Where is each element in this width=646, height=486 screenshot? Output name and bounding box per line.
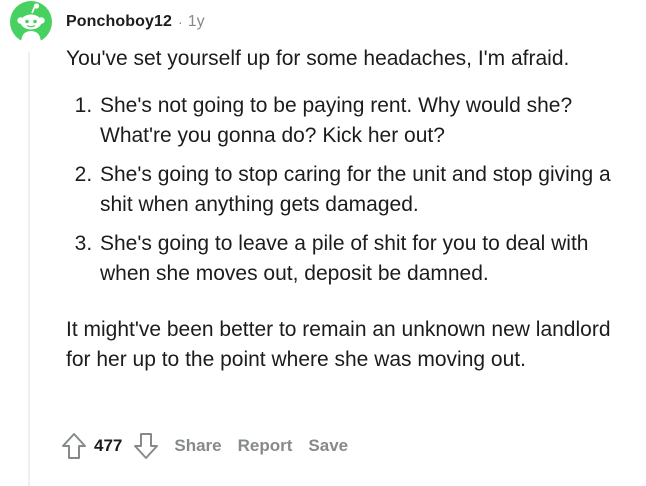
downvote-button[interactable] — [132, 431, 160, 461]
save-button[interactable]: Save — [308, 436, 348, 456]
user-avatar[interactable] — [9, 0, 53, 44]
downvote-arrow-icon — [134, 433, 159, 459]
thread-line[interactable] — [28, 52, 30, 486]
upvote-button[interactable] — [60, 431, 88, 461]
list-item: She's going to leave a pile of shit for … — [98, 229, 626, 289]
vote-count: 477 — [94, 436, 123, 455]
list-item: She's going to stop caring for the unit … — [98, 160, 626, 220]
comment-header: Ponchoboy12 · 1y — [66, 10, 205, 34]
comment-outro: It might've been better to remain an unk… — [66, 318, 611, 371]
share-button[interactable]: Share — [174, 436, 221, 456]
author-username[interactable]: Ponchoboy12 — [66, 13, 172, 31]
comment-intro: You've set yourself up for some headache… — [66, 47, 570, 70]
meta-separator: · — [178, 14, 183, 30]
list-item: She's not going to be paying rent. Why w… — [98, 91, 626, 151]
comment-age[interactable]: 1y — [188, 13, 205, 31]
upvote-arrow-icon — [62, 433, 86, 459]
snoo-avatar-icon — [10, 1, 52, 44]
report-button[interactable]: Report — [238, 436, 293, 456]
comment-actions: 477 Share Report Save — [60, 428, 348, 464]
comment-body: You've set yourself up for some headache… — [66, 44, 626, 375]
comment-list: She's not going to be paying rent. Why w… — [66, 91, 626, 289]
